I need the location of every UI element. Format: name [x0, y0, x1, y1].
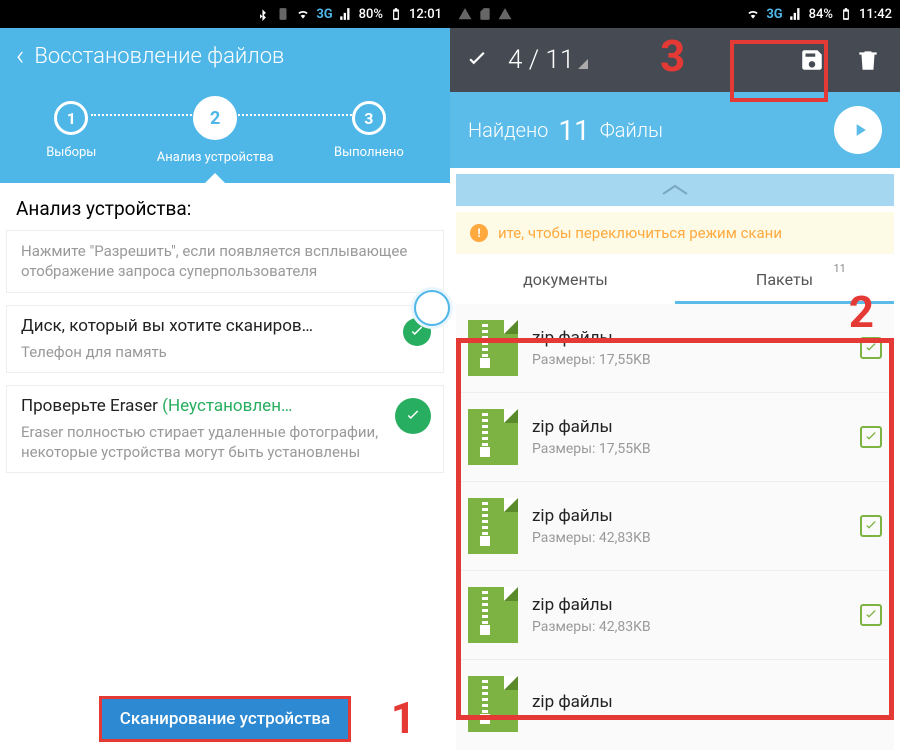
card-disk[interactable]: Диск, который вы хотите сканиров… Телефо… — [6, 305, 444, 373]
info-banner[interactable]: ! ите, чтобы переключиться режим скани — [456, 212, 894, 254]
sd-icon — [478, 7, 492, 21]
warning-icon — [498, 7, 512, 21]
bluetooth-icon — [256, 7, 270, 21]
checkbox[interactable] — [860, 515, 882, 537]
selection-count: 4 / 11 — [508, 45, 574, 75]
step-1[interactable]: 1 Выборы — [46, 101, 96, 160]
annotation-box-save — [730, 40, 828, 102]
wifi-icon — [746, 7, 760, 21]
annotation-2: 2 — [849, 286, 874, 338]
step-3[interactable]: 3 Выполнено — [334, 101, 404, 160]
checkbox[interactable] — [860, 337, 882, 359]
found-bar: Найдено 11 Файлы — [450, 92, 900, 168]
section-title: Анализ устройства: — [0, 183, 450, 230]
status-bar: 3G 84% 11:42 — [450, 0, 900, 28]
list-item[interactable]: zip файлыРазмеры: 17,55KB — [456, 304, 894, 393]
screen-right: 3G 84% 11:42 4 / 11 Найдено 11 Файлы ! и… — [450, 0, 900, 750]
screen-left: 3G 80% 12:01 ‹ Восстановление файлов 1 В… — [0, 0, 450, 750]
battery-percent: 84% — [809, 7, 833, 22]
zip-file-icon — [468, 498, 518, 554]
checkbox[interactable] — [860, 604, 882, 626]
tab-documents[interactable]: документы — [456, 258, 675, 304]
check-icon — [395, 398, 431, 434]
back-icon[interactable]: ‹ — [16, 42, 24, 70]
signal-icon — [789, 7, 803, 21]
battery-icon — [389, 7, 403, 21]
list-item[interactable]: zip файлыРазмеры: 42,83KB — [456, 482, 894, 571]
battery-icon — [839, 7, 853, 21]
scan-device-button[interactable]: Сканирование устройства — [99, 696, 351, 742]
info-icon: ! — [470, 224, 488, 242]
warning-icon — [458, 7, 472, 21]
battery-percent: 80% — [359, 7, 383, 22]
floating-badge-icon[interactable] — [414, 290, 450, 326]
dropdown-indicator-icon[interactable] — [578, 59, 588, 69]
clock: 11:42 — [859, 7, 892, 22]
list-item[interactable]: zip файлыРазмеры: 17,55KB — [456, 393, 894, 482]
card-superuser: Нажмите "Разрешить", если появляется всп… — [6, 230, 444, 293]
network-label: 3G — [766, 7, 782, 22]
step-2[interactable]: 2 Анализ устройства — [157, 96, 274, 165]
signal-icon — [339, 7, 353, 21]
collapse-handle[interactable] — [456, 174, 894, 206]
stepper: 1 Выборы 2 Анализ устройства 3 Выполнено — [16, 86, 434, 183]
status-bar: 3G 80% 12:01 — [0, 0, 450, 28]
list-item[interactable]: zip файлыРазмеры: 42,83KB — [456, 571, 894, 660]
header-title: Восстановление файлов — [34, 44, 284, 69]
clock: 12:01 — [409, 7, 442, 22]
list-item[interactable]: zip файлы — [456, 660, 894, 748]
network-label: 3G — [316, 7, 332, 22]
annotation-3: 3 — [660, 30, 685, 82]
vibrate-icon — [276, 7, 290, 21]
select-all-icon[interactable] — [462, 47, 492, 73]
card-eraser[interactable]: Проверьте Eraser (Неустановлен… Eraser п… — [6, 385, 444, 474]
wifi-icon — [296, 7, 310, 21]
delete-button[interactable] — [848, 47, 888, 73]
annotation-1: 1 — [391, 692, 416, 744]
tabs: документы Пакеты 11 — [456, 258, 894, 304]
checkbox[interactable] — [860, 426, 882, 448]
app-header: ‹ Восстановление файлов 1 Выборы 2 Анали… — [0, 28, 450, 183]
zip-file-icon — [468, 320, 518, 376]
zip-file-icon — [468, 409, 518, 465]
zip-file-icon — [468, 676, 518, 732]
zip-file-icon — [468, 587, 518, 643]
play-button[interactable] — [834, 106, 882, 154]
file-list: zip файлыРазмеры: 17,55KB zip файлыРазме… — [456, 304, 894, 750]
